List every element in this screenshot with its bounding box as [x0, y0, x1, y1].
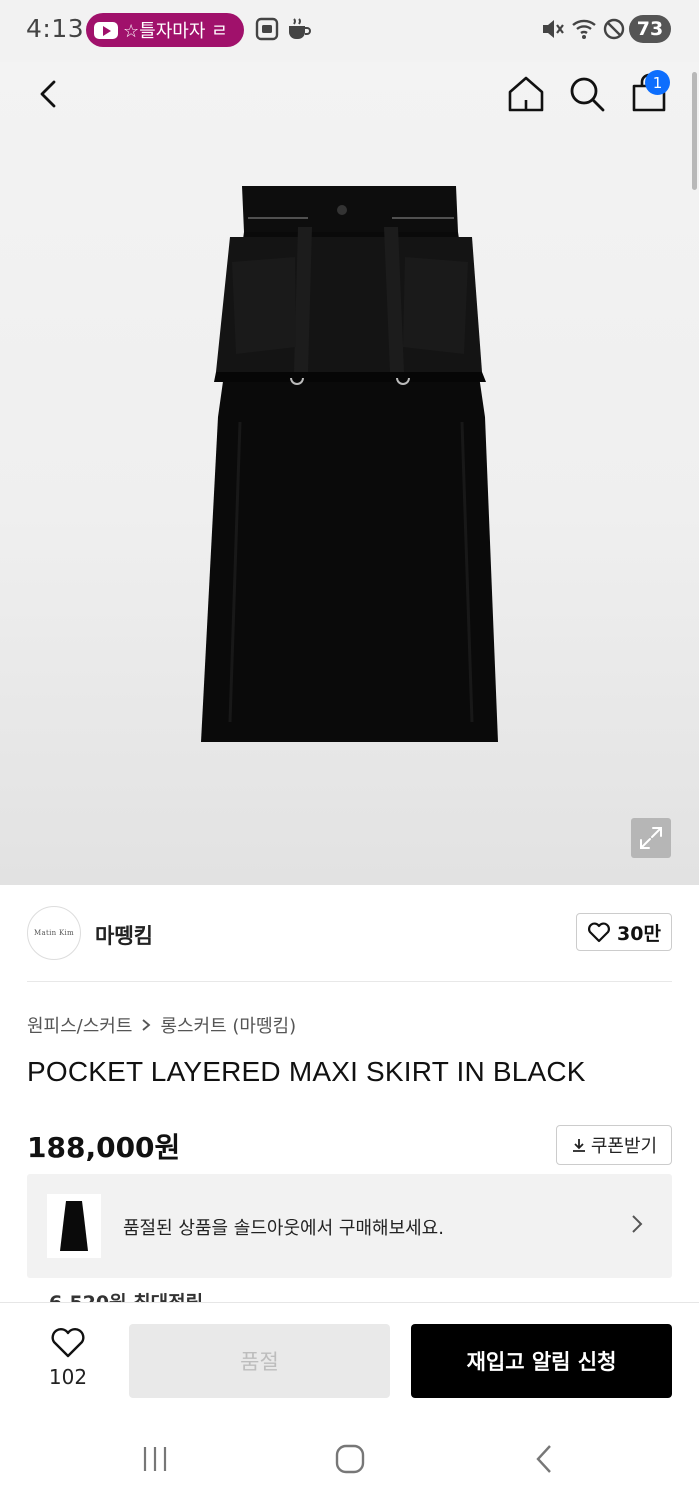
youtube-icon [94, 21, 118, 39]
expand-button[interactable] [631, 818, 671, 858]
brand-name[interactable]: 마뗑킴 [95, 920, 153, 950]
soldout-banner-text: 품절된 상품을 솔드아웃에서 구매해보세요. [123, 1218, 444, 1239]
youtube-notification-pill[interactable]: ☆틀자마자 ㄹ [86, 13, 244, 47]
coupon-label: 쿠폰받기 [590, 1136, 658, 1157]
search-icon[interactable] [565, 72, 609, 116]
brand-logo[interactable]: Matin Kim [27, 906, 81, 960]
wish-count: 102 [48, 1365, 88, 1389]
wifi-icon [572, 19, 596, 39]
download-icon [572, 1139, 585, 1152]
breadcrumb-category[interactable]: 원피스/스커트 [27, 1012, 132, 1038]
home-icon[interactable] [504, 72, 548, 116]
restock-alert-button[interactable]: 재입고 알림 신청 [411, 1324, 672, 1398]
breadcrumb-subcategory[interactable]: 롱스커트 (마뗑킴) [160, 1012, 296, 1038]
cup-icon [289, 18, 311, 39]
brand-row[interactable]: Matin Kim 마뗑킴 30만 [27, 885, 672, 982]
chevron-right-icon [142, 1019, 151, 1031]
system-navigation-bar [0, 1420, 699, 1500]
bottom-action-bar: 102 품절 재입고 알림 신청 [0, 1302, 699, 1420]
chevron-right-icon [632, 1215, 643, 1233]
product-price: 188,000원 [27, 1131, 181, 1164]
banner-thumbnail [47, 1194, 101, 1258]
expand-icon [640, 827, 662, 849]
do-not-disturb-icon [603, 18, 625, 40]
screenshot-icon [255, 17, 279, 41]
status-bar: 4:13 ☆틀자마자 ㄹ 73 [0, 0, 699, 62]
cart-badge: 1 [645, 70, 670, 95]
wish-button[interactable]: 102 [40, 1327, 96, 1389]
heart-icon [588, 922, 611, 943]
back-icon[interactable] [26, 72, 70, 116]
notification-pill-text: ☆틀자마자 ㄹ [123, 21, 228, 42]
breadcrumb: 원피스/스커트 롱스커트 (마뗑킴) [27, 1012, 296, 1038]
recent-apps-icon[interactable] [140, 1444, 170, 1474]
scrollbar[interactable] [692, 72, 697, 190]
back-nav-icon[interactable] [532, 1442, 558, 1476]
soldout-button[interactable]: 품절 [129, 1324, 390, 1398]
skirt-thumbnail-icon [60, 1201, 88, 1251]
brand-like-count: 30만 [617, 922, 661, 945]
mute-icon [543, 20, 564, 38]
coupon-button[interactable]: 쿠폰받기 [556, 1125, 672, 1165]
brand-like-button[interactable]: 30만 [576, 913, 672, 951]
status-time: 4:13 [26, 14, 85, 43]
heart-icon [51, 1328, 85, 1358]
skirt-image [201, 186, 498, 742]
soldout-banner[interactable]: 품절된 상품을 솔드아웃에서 구매해보세요. [27, 1174, 672, 1278]
product-image-area[interactable] [0, 62, 699, 885]
battery-indicator: 73 [629, 15, 671, 43]
product-title: POCKET LAYERED MAXI SKIRT IN BLACK [27, 1056, 586, 1087]
home-nav-icon[interactable] [333, 1442, 367, 1476]
